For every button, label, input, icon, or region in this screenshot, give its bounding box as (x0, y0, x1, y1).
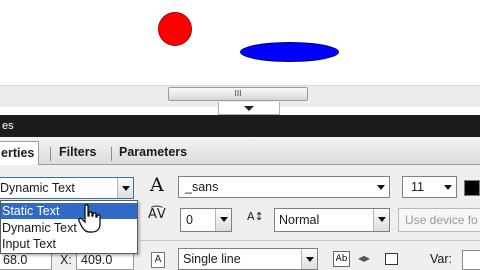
letter-spacing-icon: A͡V (148, 207, 166, 222)
show-border-icon[interactable] (385, 253, 398, 265)
x-label: X: (60, 253, 72, 267)
render-as-html-icon[interactable]: Ab (333, 251, 350, 267)
collapse-arrow-icon (244, 106, 254, 111)
tab-parameters[interactable]: Parameters (119, 145, 187, 159)
letter-spacing-input[interactable]: 0 (180, 208, 232, 232)
line-type-value: Single line (183, 252, 241, 266)
chevron-down-icon[interactable] (373, 209, 389, 231)
chevron-down-icon[interactable] (440, 177, 456, 197)
collapse-panel-button[interactable] (218, 102, 280, 115)
dropdown-option-dynamic-text[interactable]: Dynamic Text (1, 220, 137, 236)
text-color-swatch[interactable] (464, 180, 480, 196)
splitter-grip-handle[interactable]: III (168, 87, 308, 101)
panel-title: es (0, 115, 480, 137)
red-circle-shape[interactable] (158, 12, 192, 46)
chevron-down-icon[interactable] (373, 177, 389, 197)
x-value: 409.0 (81, 253, 113, 267)
font-family-value: _sans (185, 180, 219, 194)
hand-cursor-icon (78, 204, 101, 233)
panel-tabs: erties Filters Parameters (0, 137, 480, 166)
dropdown-option-static-text[interactable]: Static Text (1, 203, 137, 219)
width-value: 68.0 (3, 253, 28, 267)
chevron-down-icon[interactable] (301, 249, 317, 269)
font-size-select[interactable]: 11 (402, 176, 457, 198)
text-type-select[interactable]: Dynamic Text (0, 177, 134, 199)
use-device-fonts-select[interactable]: Use device fo (398, 208, 480, 232)
letter-spacing-value: 0 (186, 213, 193, 227)
tab-properties[interactable]: erties (0, 141, 40, 166)
font-family-icon: A (150, 174, 164, 196)
text-type-value: Dynamic Text (0, 181, 75, 195)
dropdown-option-input-text[interactable]: Input Text (1, 236, 137, 252)
font-family-select[interactable]: _sans (178, 176, 390, 198)
text-type-dropdown-list: Static Text Dynamic Text Input Text (0, 200, 138, 254)
blue-ellipse-shape[interactable] (240, 42, 339, 62)
character-position-icon: A↕ (247, 210, 264, 223)
line-type-select[interactable]: Single line (178, 248, 318, 270)
tab-separator (50, 147, 51, 161)
tab-filters[interactable]: Filters (59, 145, 97, 159)
character-position-value: Normal (279, 213, 320, 227)
font-size-value: 11 (411, 180, 424, 194)
selectable-text-icon[interactable]: A (151, 252, 165, 268)
chevron-down-icon[interactable] (215, 209, 231, 231)
var-label: Var: (430, 252, 452, 266)
text-direction-icon[interactable]: ◂▸ (358, 251, 370, 265)
character-position-select[interactable]: Normal (274, 208, 390, 232)
variable-name-input[interactable] (462, 250, 480, 270)
tab-separator (111, 147, 112, 161)
row-divider (140, 240, 480, 241)
chevron-down-icon[interactable] (117, 178, 133, 198)
stage-canvas[interactable] (0, 0, 480, 98)
